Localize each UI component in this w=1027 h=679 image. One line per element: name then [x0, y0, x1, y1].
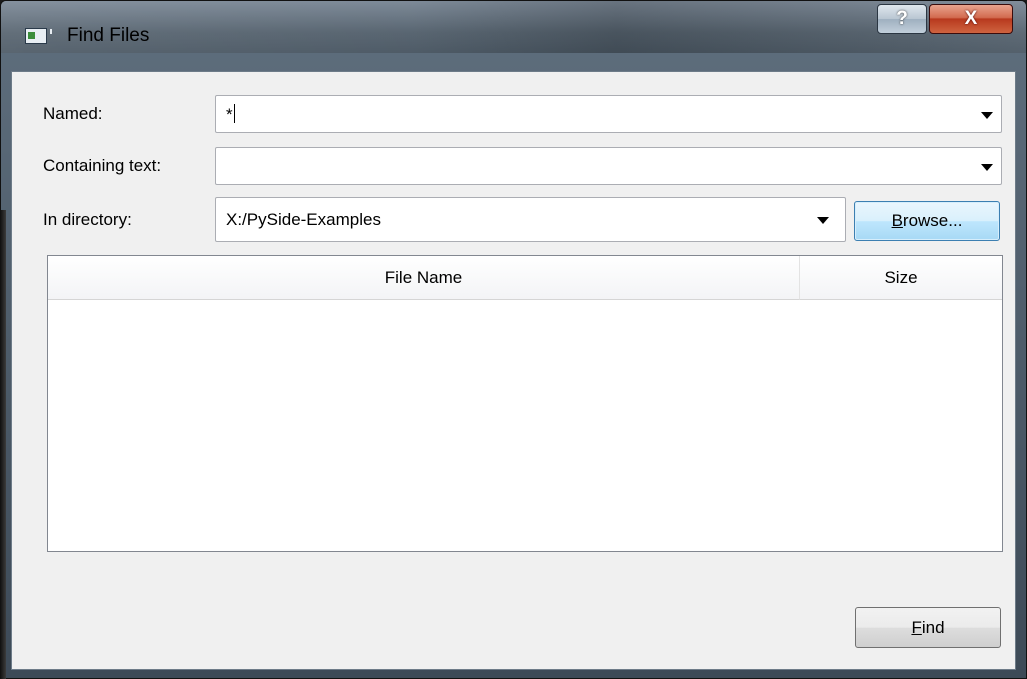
named-combo[interactable]: * — [215, 95, 1002, 133]
dialog-body: Named: * Containing text: In directory: … — [11, 71, 1016, 670]
dropdown-arrow-icon[interactable] — [817, 217, 829, 224]
containing-text-label: Containing text: — [43, 156, 162, 175]
find-files-window: Find Files ? X Named: * Containing text:… — [0, 0, 1027, 679]
find-button[interactable]: Find — [855, 607, 1001, 648]
directory-combo[interactable]: X:/PySide-Examples — [215, 197, 846, 242]
named-input-value[interactable]: * — [226, 104, 235, 125]
window-app-icon — [25, 28, 52, 44]
browse-label-rest: rowse... — [902, 211, 963, 230]
close-button[interactable]: X — [929, 4, 1013, 34]
dropdown-arrow-icon[interactable] — [981, 164, 993, 171]
title-bar[interactable]: Find Files ? X — [1, 1, 1026, 53]
find-mnemonic: F — [911, 617, 922, 637]
find-label-rest: ind — [921, 617, 945, 637]
column-header-size[interactable]: Size — [800, 256, 1002, 300]
column-header-file-name[interactable]: File Name — [48, 256, 800, 300]
text-cursor — [233, 104, 235, 123]
containing-text-combo[interactable] — [215, 147, 1002, 185]
directory-input-value[interactable]: X:/PySide-Examples — [226, 210, 381, 230]
in-directory-label: In directory: — [43, 210, 132, 229]
window-title: Find Files — [67, 25, 150, 46]
dropdown-arrow-icon[interactable] — [981, 112, 993, 119]
results-table[interactable]: File Name Size — [47, 255, 1003, 552]
window-edge-shadow — [0, 210, 6, 679]
browse-button[interactable]: Browse... — [854, 201, 1000, 241]
named-label: Named: — [43, 104, 103, 123]
help-button[interactable]: ? — [877, 4, 927, 34]
browse-mnemonic: B — [891, 211, 903, 230]
